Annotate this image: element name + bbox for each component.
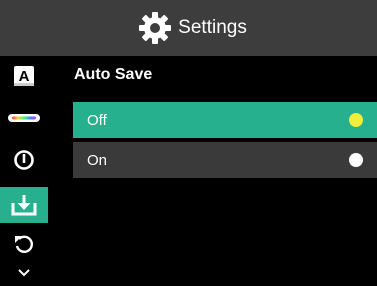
sidebar: A	[0, 56, 48, 286]
reset-icon	[15, 235, 33, 253]
power-icon	[14, 150, 34, 170]
section-title: Auto Save	[74, 66, 153, 83]
sidebar-scroll-down[interactable]	[0, 260, 48, 286]
unselected-indicator-dot	[349, 153, 363, 167]
gear-icon	[139, 12, 172, 44]
option-on[interactable]: On	[73, 142, 377, 178]
page-title: Settings	[178, 17, 247, 38]
sidebar-item-color[interactable]	[0, 100, 48, 136]
option-label: Off	[87, 111, 107, 129]
chevron-down-icon	[18, 269, 30, 277]
option-off[interactable]: Off	[73, 102, 377, 138]
sidebar-item-font[interactable]: A	[0, 58, 48, 94]
auto-save-icon	[11, 195, 37, 216]
sidebar-item-auto-save[interactable]	[0, 187, 48, 223]
sidebar-item-reset[interactable]	[0, 226, 48, 262]
font-icon: A	[14, 66, 34, 86]
option-label: On	[87, 151, 108, 169]
header-title-group: Settings	[138, 11, 247, 45]
color-palette-icon	[8, 114, 40, 122]
svg-text:A: A	[19, 68, 30, 85]
main-panel: Auto Save Off On	[48, 56, 377, 286]
selected-indicator-dot	[349, 113, 363, 127]
sidebar-item-power[interactable]	[0, 142, 48, 178]
settings-header: Settings	[0, 0, 377, 56]
